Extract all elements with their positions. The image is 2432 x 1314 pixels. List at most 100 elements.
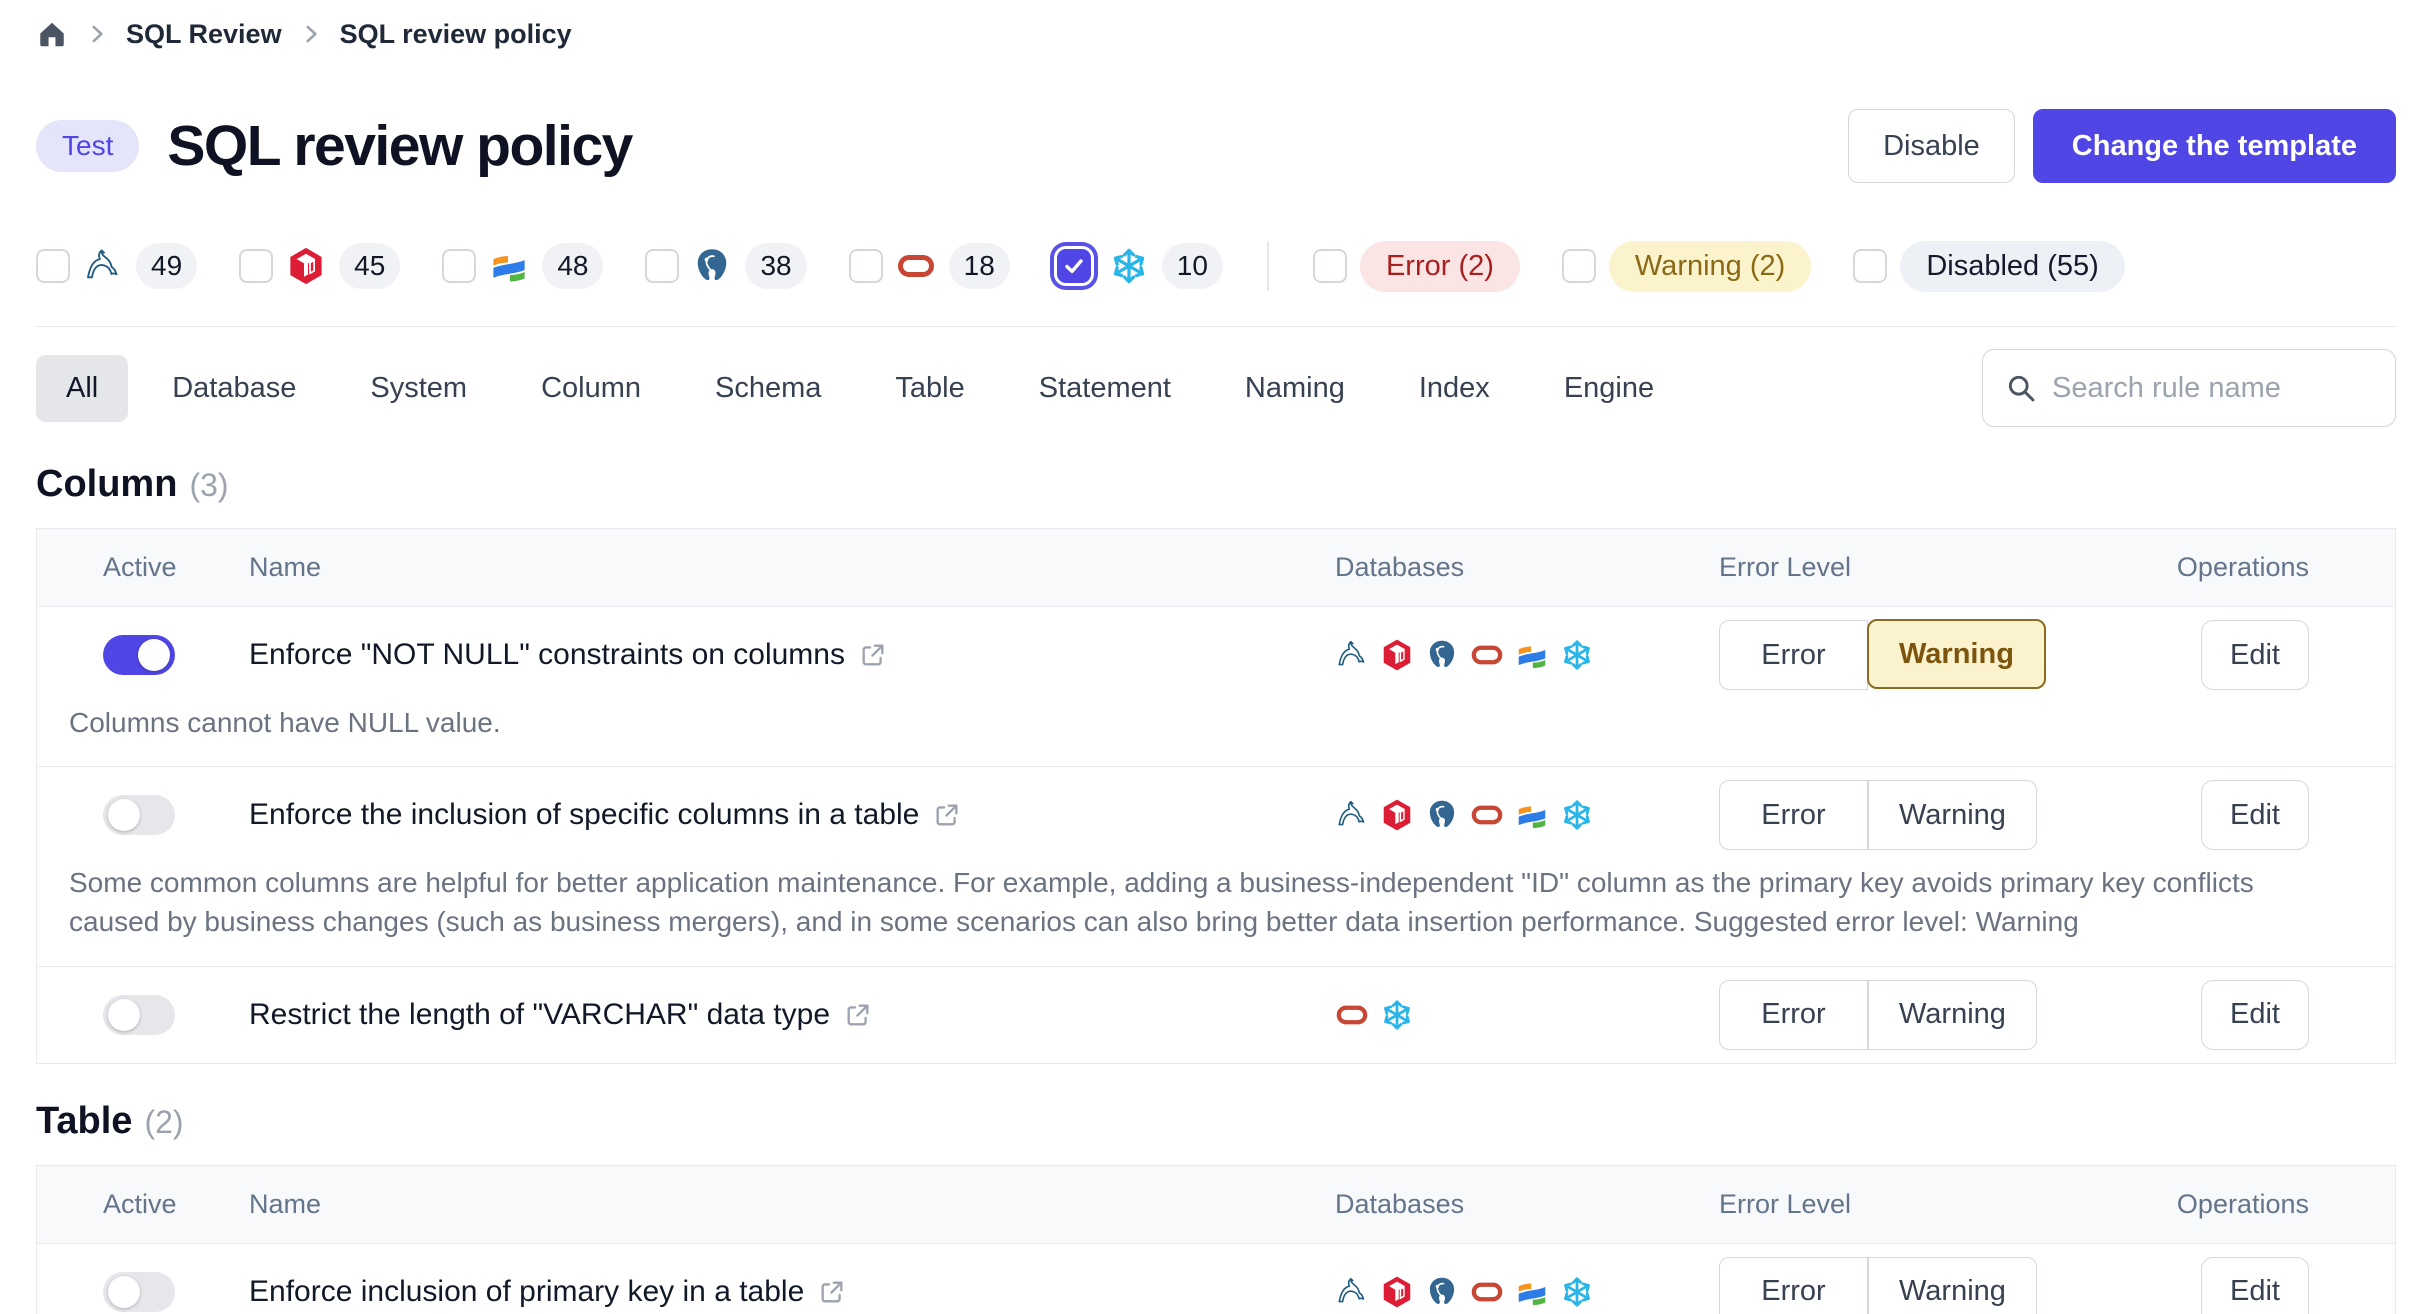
col-header-active: Active bbox=[37, 1189, 215, 1220]
tab-index[interactable]: Index bbox=[1389, 355, 1520, 422]
oceanbase-icon bbox=[1515, 638, 1549, 672]
table-header-row: Active Name Databases Error Level Operat… bbox=[37, 529, 2395, 607]
section-count: (3) bbox=[189, 467, 228, 504]
warning-filter-checkbox[interactable] bbox=[1562, 249, 1596, 283]
rule-row-varchar-length: Restrict the length of "VARCHAR" data ty… bbox=[37, 967, 2395, 1063]
error-level-warning-button[interactable]: Warning bbox=[1868, 980, 2037, 1050]
postgres-icon bbox=[692, 246, 732, 286]
breadcrumb-sql-review[interactable]: SQL Review bbox=[126, 19, 282, 50]
postgres-count-badge: 38 bbox=[745, 243, 806, 289]
external-link-icon[interactable] bbox=[844, 1001, 872, 1029]
edit-button[interactable]: Edit bbox=[2201, 980, 2309, 1050]
external-link-icon[interactable] bbox=[818, 1278, 846, 1306]
tab-all[interactable]: All bbox=[36, 355, 128, 422]
error-level-warning-button[interactable]: Warning bbox=[1867, 619, 2046, 689]
rule-name: Restrict the length of "VARCHAR" data ty… bbox=[249, 998, 830, 1032]
rule-databases bbox=[1259, 998, 1659, 1032]
breadcrumb-sql-review-policy[interactable]: SQL review policy bbox=[340, 19, 572, 50]
search-icon bbox=[2005, 372, 2037, 404]
environment-badge: Test bbox=[36, 120, 139, 172]
filter-engine-snowflake[interactable]: 10 bbox=[1052, 243, 1223, 289]
error-filter-checkbox[interactable] bbox=[1313, 249, 1347, 283]
oceanbase-count-badge: 48 bbox=[542, 243, 603, 289]
snowflake-filter-checkbox[interactable] bbox=[1057, 249, 1091, 283]
filter-level-warning[interactable]: Warning (2) bbox=[1562, 241, 1811, 292]
error-level-error-button[interactable]: Error bbox=[1719, 980, 1868, 1050]
tidb-icon bbox=[1380, 638, 1414, 672]
filter-engine-oracle[interactable]: 18 bbox=[849, 243, 1010, 289]
active-toggle[interactable] bbox=[103, 1272, 175, 1312]
postgres-filter-checkbox[interactable] bbox=[645, 249, 679, 283]
rule-databases bbox=[1259, 1275, 1659, 1309]
snowflake-icon bbox=[1560, 798, 1594, 832]
edit-button[interactable]: Edit bbox=[2201, 1257, 2309, 1314]
tab-engine[interactable]: Engine bbox=[1534, 355, 1684, 422]
edit-button[interactable]: Edit bbox=[2201, 620, 2309, 690]
tab-table[interactable]: Table bbox=[865, 355, 994, 422]
error-count-pill: Error (2) bbox=[1360, 241, 1520, 292]
snowflake-icon bbox=[1560, 1275, 1594, 1309]
tab-schema[interactable]: Schema bbox=[685, 355, 851, 422]
section-count: (2) bbox=[144, 1104, 183, 1141]
chevron-right-icon bbox=[84, 21, 110, 47]
error-level-warning-button[interactable]: Warning bbox=[1868, 1257, 2037, 1314]
col-header-operations: Operations bbox=[2089, 1189, 2395, 1220]
tab-statement[interactable]: Statement bbox=[1009, 355, 1201, 422]
change-template-button[interactable]: Change the template bbox=[2033, 109, 2396, 183]
filter-level-disabled[interactable]: Disabled (55) bbox=[1853, 241, 2124, 292]
error-level-segmented: Error Warning bbox=[1719, 980, 2037, 1050]
snowflake-icon bbox=[1109, 246, 1149, 286]
mysql-icon bbox=[83, 246, 123, 286]
oceanbase-icon bbox=[1515, 798, 1549, 832]
col-header-databases: Databases bbox=[1259, 1189, 1659, 1220]
active-toggle[interactable] bbox=[103, 635, 175, 675]
rule-row-specific-columns: Enforce the inclusion of specific column… bbox=[37, 767, 2395, 966]
edit-button[interactable]: Edit bbox=[2201, 780, 2309, 850]
col-header-operations: Operations bbox=[2089, 552, 2395, 583]
home-icon[interactable] bbox=[36, 18, 68, 50]
filter-engine-postgres[interactable]: 38 bbox=[645, 243, 806, 289]
filter-engine-tidb[interactable]: 45 bbox=[239, 243, 400, 289]
rule-databases bbox=[1259, 638, 1659, 672]
active-toggle[interactable] bbox=[103, 995, 175, 1035]
tab-system[interactable]: System bbox=[340, 355, 497, 422]
tab-database[interactable]: Database bbox=[142, 355, 326, 422]
col-header-error-level: Error Level bbox=[1659, 1189, 2089, 1220]
filter-engine-mysql[interactable]: 49 bbox=[36, 243, 197, 289]
section-name: Column bbox=[36, 463, 177, 506]
filter-row: 49 45 48 38 18 10 Er bbox=[36, 240, 2396, 292]
tab-naming[interactable]: Naming bbox=[1215, 355, 1375, 422]
filter-level-error[interactable]: Error (2) bbox=[1313, 241, 1520, 292]
error-level-error-button[interactable]: Error bbox=[1719, 780, 1868, 850]
search-rule-box[interactable] bbox=[1982, 349, 2396, 427]
rule-name: Enforce the inclusion of specific column… bbox=[249, 798, 919, 832]
mysql-count-badge: 49 bbox=[136, 243, 197, 289]
external-link-icon[interactable] bbox=[933, 801, 961, 829]
tidb-icon bbox=[286, 246, 326, 286]
external-link-icon[interactable] bbox=[859, 641, 887, 669]
disable-button[interactable]: Disable bbox=[1848, 109, 2015, 183]
table-header-row: Active Name Databases Error Level Operat… bbox=[37, 1166, 2395, 1244]
tab-column[interactable]: Column bbox=[511, 355, 671, 422]
error-level-error-button[interactable]: Error bbox=[1719, 620, 1868, 690]
page-header: Test SQL review policy Disable Change th… bbox=[36, 106, 2396, 186]
rule-name: Enforce inclusion of primary key in a ta… bbox=[249, 1275, 804, 1309]
oracle-count-badge: 18 bbox=[949, 243, 1010, 289]
column-rules-table: Active Name Databases Error Level Operat… bbox=[36, 528, 2396, 1064]
tidb-icon bbox=[1380, 1275, 1414, 1309]
error-level-warning-button[interactable]: Warning bbox=[1868, 780, 2037, 850]
search-input[interactable] bbox=[2052, 372, 2373, 405]
rule-row-primary-key: Enforce inclusion of primary key in a ta… bbox=[37, 1244, 2395, 1314]
mysql-filter-checkbox[interactable] bbox=[36, 249, 70, 283]
mysql-icon bbox=[1335, 638, 1369, 672]
filter-engine-oceanbase[interactable]: 48 bbox=[442, 243, 603, 289]
active-toggle[interactable] bbox=[103, 795, 175, 835]
oracle-icon bbox=[1470, 1275, 1504, 1309]
snowflake-icon bbox=[1560, 638, 1594, 672]
oceanbase-filter-checkbox[interactable] bbox=[442, 249, 476, 283]
table-rules-table: Active Name Databases Error Level Operat… bbox=[36, 1165, 2396, 1314]
oracle-filter-checkbox[interactable] bbox=[849, 249, 883, 283]
tidb-filter-checkbox[interactable] bbox=[239, 249, 273, 283]
disabled-filter-checkbox[interactable] bbox=[1853, 249, 1887, 283]
error-level-error-button[interactable]: Error bbox=[1719, 1257, 1868, 1314]
